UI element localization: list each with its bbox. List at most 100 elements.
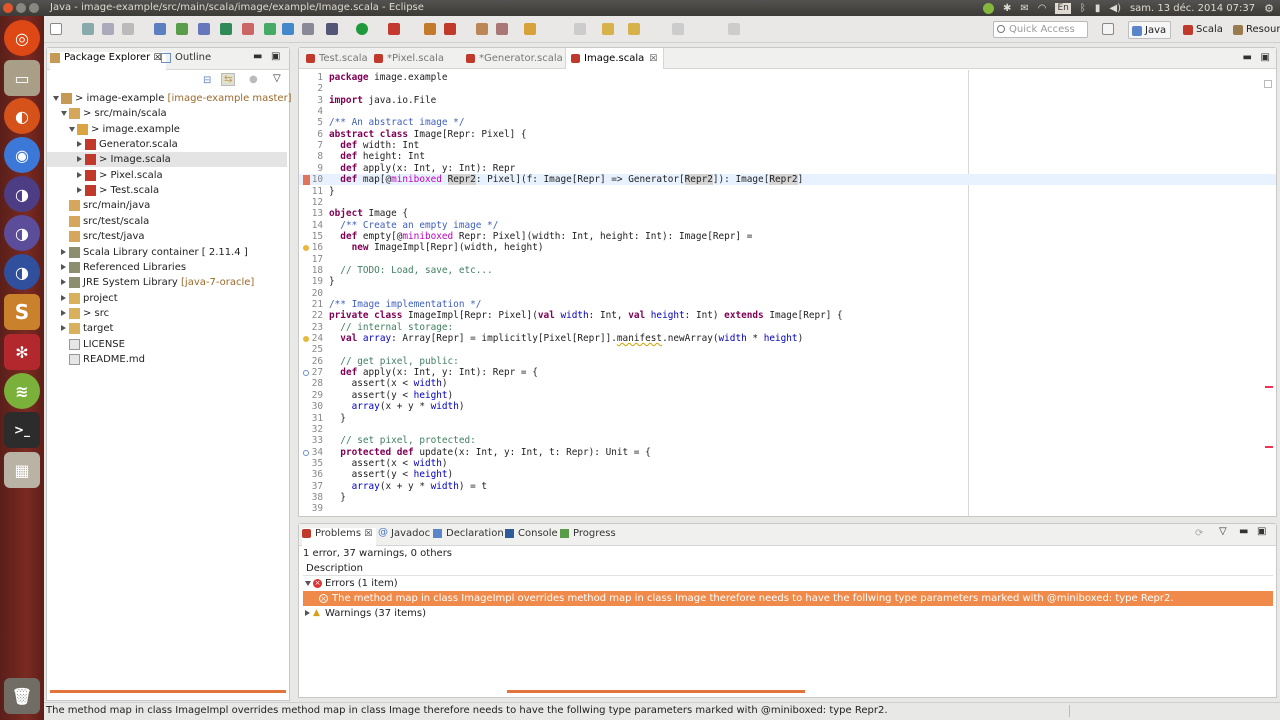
mendeley-icon[interactable]: ✻ [4, 334, 40, 370]
mail-icon[interactable]: ✉ [1020, 3, 1028, 14]
error-row[interactable]: × The method map in class ImageImpl over… [303, 591, 1273, 606]
chromium-icon[interactable]: ◉ [4, 137, 40, 173]
annotation-icon[interactable] [242, 23, 254, 35]
maximize-window-button[interactable] [29, 3, 39, 13]
view-menu-icon[interactable]: ▽ [1219, 526, 1227, 537]
maximize-view-icon[interactable]: ▣ [1257, 526, 1266, 537]
code-line[interactable]: 12 [299, 197, 1276, 208]
tree-item[interactable]: target [47, 321, 287, 336]
code-line[interactable]: 7 def width: Int [299, 140, 1276, 151]
code-line[interactable]: 3 import java.io.File [299, 95, 1276, 106]
tree-item[interactable]: src/main/java [47, 198, 287, 213]
warnings-group-row[interactable]: ▲ Warnings (37 items) [303, 606, 1273, 621]
tree-item[interactable]: Scala Library container [ 2.11.4 ] [47, 245, 287, 260]
spotify-tray-icon[interactable] [982, 3, 994, 14]
code-line[interactable]: 25 [299, 344, 1276, 355]
description-column-header[interactable]: Description [303, 561, 1273, 576]
code-line[interactable]: 14 /** Create an empty image */ [299, 220, 1276, 231]
collapsed-twisty-icon[interactable] [61, 325, 66, 332]
next-annotation-icon[interactable] [574, 23, 586, 35]
tree-item[interactable]: > src/main/scala [47, 106, 287, 121]
focus-icon[interactable]: ● [249, 74, 258, 85]
run-icon[interactable] [356, 23, 368, 35]
collapsed-twisty-icon[interactable] [77, 171, 82, 178]
collapse-twisty-icon[interactable] [305, 610, 310, 616]
close-tab-icon[interactable]: ☒ [649, 54, 657, 64]
tree-item[interactable]: LICENSE [47, 337, 287, 352]
eclipse-icon[interactable]: ◑ [4, 176, 40, 212]
collapsed-twisty-icon[interactable] [61, 309, 66, 316]
code-line[interactable]: 27 def apply(x: Int, y: Int): Repr = { [299, 367, 1276, 378]
toggle-breadcrumb-icon[interactable] [154, 23, 166, 35]
code-line[interactable]: 34 protected def update(x: Int, y: Int, … [299, 447, 1276, 458]
forward-icon[interactable] [672, 23, 684, 35]
settings-gear-icon[interactable]: ⚙ [1264, 2, 1274, 15]
editor-tab[interactable]: Test.scala [301, 48, 374, 69]
collapsed-twisty-icon[interactable] [61, 248, 66, 255]
code-line[interactable]: 16 new ImageImpl[Repr](width, height) [299, 242, 1276, 253]
close-icon[interactable]: ☒ [364, 529, 372, 539]
close-window-button[interactable] [3, 3, 13, 13]
new-package-icon[interactable] [476, 23, 488, 35]
code-line[interactable]: 13 object Image { [299, 208, 1276, 219]
maximize-view-icon[interactable]: ▣ [271, 51, 280, 62]
code-line[interactable]: 4 [299, 106, 1276, 117]
code-line[interactable]: 39 [299, 503, 1276, 514]
tree-item[interactable]: JRE System Library [java-7-oracle] [47, 275, 287, 290]
mark-occurrences-icon[interactable] [264, 23, 276, 35]
collapsed-twisty-icon[interactable] [61, 263, 66, 270]
tab-package-explorer[interactable]: Package Explorer ☒ [50, 52, 166, 70]
terminal-icon[interactable]: >_ [4, 412, 40, 448]
tree-item[interactable]: > Test.scala [47, 183, 287, 198]
spotify-icon[interactable]: ≋ [4, 373, 40, 409]
last-edit-icon[interactable] [602, 23, 614, 35]
keyboard-layout-indicator[interactable]: En [1055, 3, 1071, 14]
tab-javadoc[interactable]: @ Javadoc [378, 527, 430, 539]
code-editor[interactable]: 1 package image.example 2 3 import java.io.F… [299, 70, 1276, 516]
collapsed-twisty-icon[interactable] [77, 156, 82, 163]
tree-item[interactable]: README.md [47, 352, 287, 367]
tab-problems[interactable]: Problems ☒ [302, 528, 377, 546]
code-line[interactable]: 10 def map[@miniboxed Repr2: Pixel](f: I… [299, 174, 1276, 186]
tree-item[interactable]: > image.example [47, 122, 287, 137]
open-type-icon[interactable] [176, 23, 188, 35]
search-icon[interactable] [220, 23, 232, 35]
collapsed-twisty-icon[interactable] [61, 294, 66, 301]
view-menu-icon[interactable]: ▽ [273, 73, 281, 84]
code-line[interactable]: 6 abstract class Image[Repr: Pixel] { [299, 129, 1276, 140]
code-line[interactable]: 24 val array: Array[Repr] = implicitly[P… [299, 333, 1276, 344]
tree-item[interactable]: Referenced Libraries [47, 260, 287, 275]
new-scala-project-icon[interactable] [424, 23, 436, 35]
expanded-twisty-icon[interactable] [61, 111, 67, 117]
code-line[interactable]: 35 assert(x < width) [299, 458, 1276, 469]
code-line[interactable]: 33 // set pixel, protected: [299, 435, 1276, 446]
tree-item[interactable]: Generator.scala [47, 137, 287, 152]
firefox-icon[interactable]: ◐ [4, 98, 40, 134]
external-tools-icon[interactable] [388, 23, 400, 35]
tab-declaration[interactable]: Declaration [433, 528, 504, 539]
code-line[interactable]: 9 def apply(x: Int, y: Int): Repr [299, 163, 1276, 174]
code-line[interactable]: 37 array(x + y * width) = t [299, 481, 1276, 492]
code-line[interactable]: 21 /** Image implementation */ [299, 299, 1276, 310]
pin-editor-icon[interactable] [728, 23, 740, 35]
print-icon[interactable] [122, 23, 134, 35]
sync-icon[interactable]: ⟳ [1195, 528, 1203, 539]
tab-console[interactable]: Console [505, 528, 558, 539]
code-line[interactable]: 36 assert(y < height) [299, 469, 1276, 480]
minimize-view-icon[interactable]: ▬ [1239, 526, 1248, 537]
tree-item[interactable]: src/test/java [47, 229, 287, 244]
back-icon[interactable] [628, 23, 640, 35]
perspective-java[interactable]: Java [1128, 21, 1172, 39]
code-line[interactable]: 30 array(x + y * width) [299, 401, 1276, 412]
editor-maximize-icon[interactable]: ▣ [1261, 52, 1270, 63]
editor-minimize-icon[interactable]: ▬ [1243, 52, 1252, 63]
collapsed-twisty-icon[interactable] [61, 279, 66, 286]
sublime-text-icon[interactable]: S [4, 294, 40, 330]
new-scala-class-icon[interactable] [444, 23, 456, 35]
tree-item[interactable]: > Pixel.scala [47, 168, 287, 183]
code-line[interactable]: 5 /** An abstract image */ [299, 117, 1276, 128]
code-line[interactable]: 26 // get pixel, public: [299, 356, 1276, 367]
code-line[interactable]: 22 private class ImageImpl[Repr: Pixel](v… [299, 310, 1276, 321]
save-all-icon[interactable] [102, 23, 114, 35]
volume-icon[interactable]: ◀) [1109, 3, 1121, 14]
